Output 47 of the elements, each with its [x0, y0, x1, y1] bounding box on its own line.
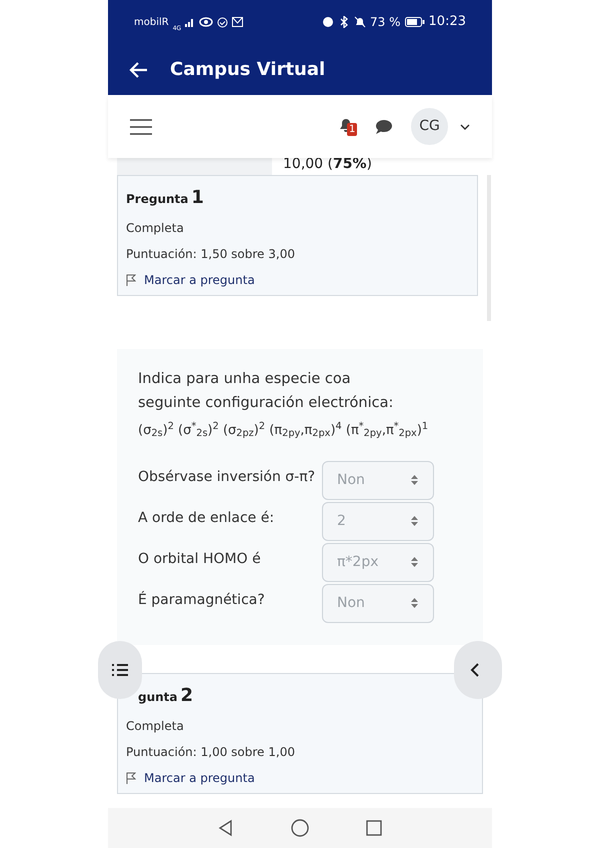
app-title: Campus Virtual	[170, 58, 326, 82]
answer-label: O orbital HOMO é	[138, 550, 262, 568]
flag-icon[interactable]	[126, 274, 136, 286]
muted-bell-icon	[354, 16, 366, 28]
list-icon	[112, 664, 128, 676]
battery-icon	[404, 17, 425, 27]
electron-configuration: (σ$_{2s}$)$^{2}$ (σ$^{*}$$_{2s}$)$^{2}$ (σ$_{2pz}$)$^{2}$ (π$_{2py}$,π$_{2px}$)$^{4}$ (π$^{*}$$_{2py}$,π$^{*}$$_{2px}$)$^{1}$	[138, 421, 430, 440]
question-label: Pregunta	[126, 191, 188, 208]
home-circle-icon[interactable]	[291, 819, 309, 837]
bluetooth-icon	[338, 16, 350, 28]
chat-bubble-icon[interactable]	[375, 118, 393, 134]
sort-arrows-icon	[410, 474, 419, 486]
sort-arrows-icon	[410, 515, 419, 527]
dropdown-value: Non	[337, 594, 365, 612]
question-number: 2	[180, 684, 194, 708]
drawer-toggle-button[interactable]	[454, 641, 502, 699]
sort-arrows-icon	[410, 556, 419, 568]
menu-icon[interactable]	[130, 118, 152, 136]
dropdown-value: 2	[337, 512, 346, 530]
battery-percent: 73 %	[370, 14, 401, 31]
question-intro: Indica para unha especie coa seguinte configuración electrónica:	[138, 370, 394, 413]
clock-time: 10:23	[428, 13, 466, 32]
mail-icon	[232, 17, 244, 27]
notification-count: 1	[347, 122, 358, 136]
signal-icon	[185, 18, 196, 26]
user-avatar[interactable]: CG	[411, 108, 448, 145]
question-number: 1	[191, 186, 204, 210]
question-label: gunta	[138, 688, 178, 706]
eye-icon	[199, 17, 214, 27]
answer-label: É paramagnética?	[138, 590, 266, 610]
flag-question-link[interactable]: Marcar a pregunta	[144, 271, 255, 289]
chevron-left-icon	[470, 663, 480, 677]
carrier-name: mobilR	[134, 16, 169, 30]
sort-arrows-icon	[410, 597, 419, 609]
check-circle-icon	[217, 16, 228, 28]
question-score: Puntuación: 1,00 sobre 1,00	[126, 744, 296, 760]
flag-icon[interactable]	[126, 772, 136, 784]
flag-question-link[interactable]: Marcar a pregunta	[144, 768, 255, 786]
question-state: Completa	[126, 220, 185, 237]
caret-down-icon[interactable]	[460, 124, 470, 130]
dropdown-value: π*2px	[337, 552, 379, 572]
dropdown-value: Non	[337, 470, 365, 490]
question-state: Completa	[126, 718, 185, 734]
recents-square-icon[interactable]	[365, 819, 383, 837]
question-score: Puntuación: 1,50 sobre 3,00	[126, 246, 296, 263]
answer-label: Obsérvase inversión σ-π?	[138, 468, 316, 486]
answer-label: A orde de enlace é:	[138, 508, 276, 528]
